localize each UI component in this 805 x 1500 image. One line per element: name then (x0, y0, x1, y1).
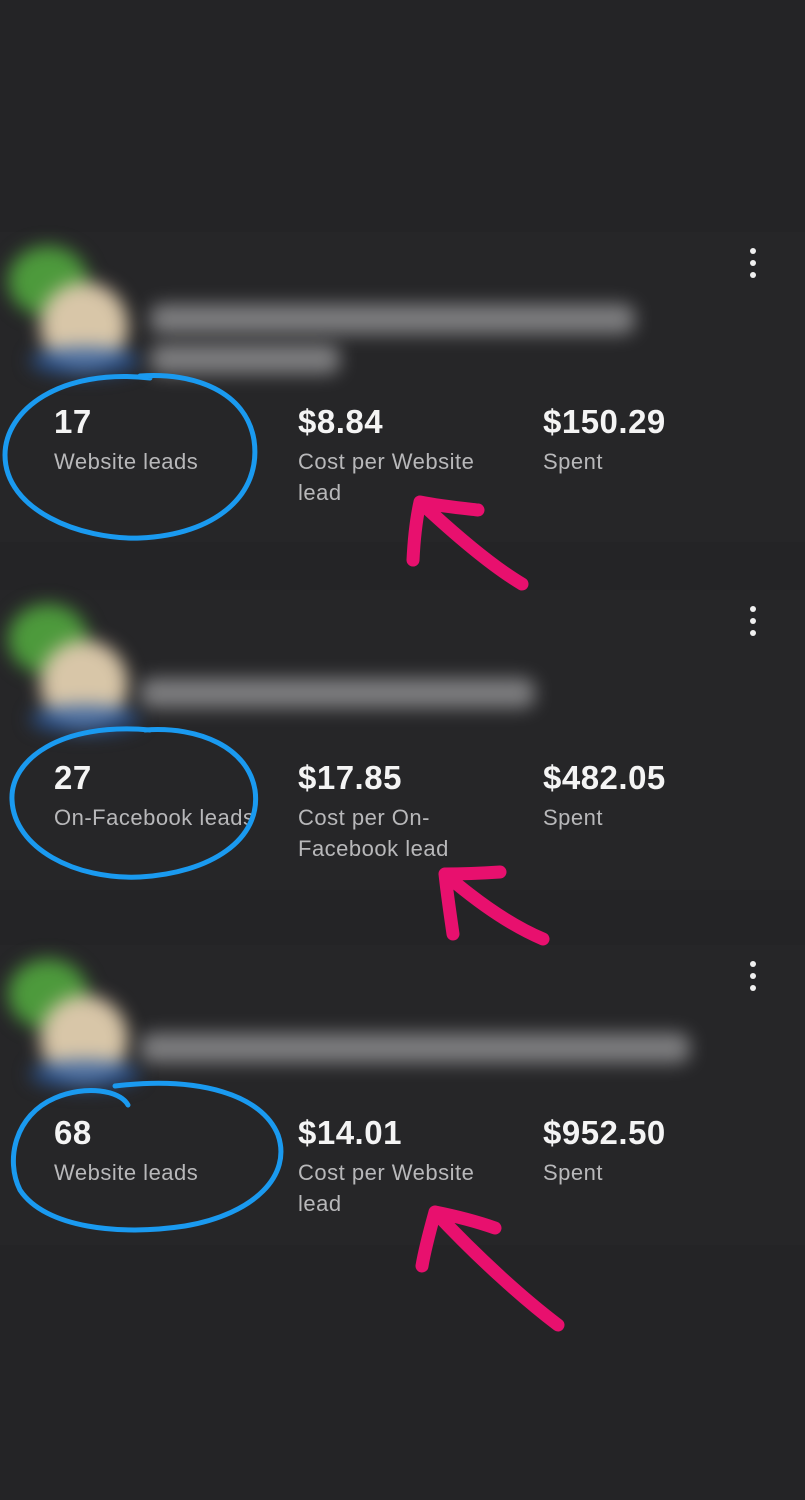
spent-value: $482.05 (543, 759, 666, 796)
avatar (8, 604, 140, 733)
campaign-name-redacted (140, 678, 535, 708)
spent-metric: $952.50 Spent (543, 1113, 743, 1188)
cost-label: Cost per Website lead (298, 1160, 475, 1216)
campaign-card[interactable]: 68 Website leads $14.01 Cost per Website… (0, 945, 805, 1245)
results-metric: 27 On-Facebook leads (54, 758, 284, 833)
campaign-name-redacted (140, 1033, 690, 1063)
campaign-subtitle-redacted (150, 344, 340, 374)
results-label: On-Facebook leads (54, 805, 255, 830)
spent-value: $150.29 (543, 403, 666, 440)
cost-value: $17.85 (298, 759, 402, 796)
cost-label: Cost per Website lead (298, 449, 475, 505)
cost-per-result-metric: $8.84 Cost per Website lead (298, 402, 518, 508)
results-value: 17 (54, 403, 92, 440)
results-metric: 17 Website leads (54, 402, 284, 477)
results-label: Website leads (54, 1160, 199, 1185)
campaign-card[interactable]: 17 Website leads $8.84 Cost per Website … (0, 232, 805, 542)
avatar (8, 959, 140, 1088)
results-label: Website leads (54, 449, 199, 474)
avatar (8, 246, 140, 375)
results-value: 68 (54, 1114, 92, 1151)
campaign-card[interactable]: 27 On-Facebook leads $17.85 Cost per On-… (0, 590, 805, 890)
spent-label: Spent (543, 1160, 603, 1185)
campaign-name-redacted (150, 304, 635, 334)
cost-label: Cost per On-Facebook lead (298, 805, 449, 861)
results-metric: 68 Website leads (54, 1113, 284, 1188)
results-value: 27 (54, 759, 92, 796)
more-options-icon[interactable] (741, 248, 765, 278)
spent-metric: $482.05 Spent (543, 758, 743, 833)
cost-value: $8.84 (298, 403, 384, 440)
cost-per-result-metric: $17.85 Cost per On-Facebook lead (298, 758, 518, 864)
spent-label: Spent (543, 805, 603, 830)
spent-value: $952.50 (543, 1114, 666, 1151)
cost-per-result-metric: $14.01 Cost per Website lead (298, 1113, 518, 1219)
more-options-icon[interactable] (741, 961, 765, 991)
spent-label: Spent (543, 449, 603, 474)
more-options-icon[interactable] (741, 606, 765, 636)
spent-metric: $150.29 Spent (543, 402, 743, 477)
cost-value: $14.01 (298, 1114, 402, 1151)
